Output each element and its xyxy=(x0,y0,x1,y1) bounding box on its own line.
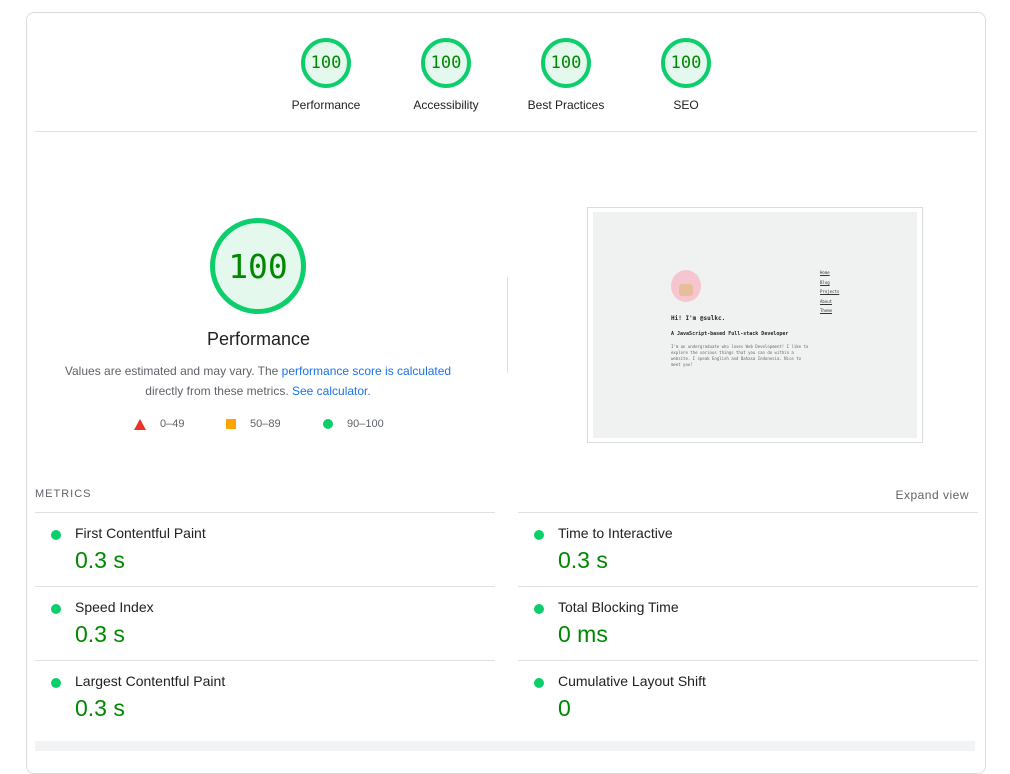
metric-cumulative-layout-shift: Cumulative Layout Shift 0 xyxy=(518,660,978,734)
metric-value: 0.3 s xyxy=(75,547,125,573)
screenshot-nav-projects: Projects xyxy=(820,289,840,294)
vertical-divider xyxy=(507,277,508,373)
gauge-label: Accessibility xyxy=(413,98,479,112)
metric-value: 0 xyxy=(558,695,571,721)
summary-gauges: 100 Performance 100 Accessibility 100 Be… xyxy=(27,13,985,133)
performance-description: Values are estimated and may vary. The p… xyxy=(57,361,459,401)
legend-fail: 0–49 xyxy=(134,418,184,430)
desc-text-2: directly from these metrics. xyxy=(145,384,289,398)
metric-title: Total Blocking Time xyxy=(558,599,679,615)
performance-title: Performance xyxy=(206,329,311,349)
lighthouse-report-card: 100 Performance 100 Accessibility 100 Be… xyxy=(26,12,986,774)
metric-title: Cumulative Layout Shift xyxy=(558,673,706,689)
pass-circle-icon xyxy=(534,604,544,614)
expand-view-toggle[interactable]: Expand view xyxy=(895,488,969,502)
legend-range: 90–100 xyxy=(347,418,384,430)
summary-divider xyxy=(35,131,977,132)
pass-circle-icon xyxy=(51,678,61,688)
avatar xyxy=(671,270,701,302)
pass-circle-icon xyxy=(51,604,61,614)
screenshot-nav-theme: Theme xyxy=(820,308,833,313)
gauge-score: 100 xyxy=(301,38,351,88)
gauge-label: SEO xyxy=(673,98,699,112)
square-icon xyxy=(226,419,236,429)
metric-value: 0.3 s xyxy=(558,547,608,573)
metric-value: 0 ms xyxy=(558,621,608,647)
gauge-label: Performance xyxy=(291,98,361,112)
desc-text-1: Values are estimated and may vary. The xyxy=(64,364,282,378)
legend-range: 50–89 xyxy=(250,418,281,430)
screenshot-page: Hi! I'm @sulkc. A JavaScript-based Full-… xyxy=(593,212,917,438)
screenshot-intro: I'm an undergraduate who loves Web Devel… xyxy=(671,344,809,367)
score-calculated-link[interactable]: performance score is calculated xyxy=(282,364,451,378)
metric-total-blocking-time: Total Blocking Time 0 ms xyxy=(518,586,978,660)
gauge-score: 100 xyxy=(541,38,591,88)
legend-average: 50–89 xyxy=(226,418,281,430)
metrics-header: METRICS xyxy=(35,488,92,500)
gauge-accessibility[interactable]: 100 Accessibility xyxy=(386,38,506,112)
gauge-label: Best Practices xyxy=(527,98,605,112)
gauge-score: 100 xyxy=(421,38,471,88)
gauge-performance[interactable]: 100 Performance xyxy=(266,38,386,112)
triangle-icon xyxy=(134,418,146,430)
metric-value: 0.3 s xyxy=(75,621,125,647)
pass-circle-icon xyxy=(51,530,61,540)
metric-title: Speed Index xyxy=(75,599,154,615)
pass-circle-icon xyxy=(534,678,544,688)
legend-pass: 90–100 xyxy=(323,418,384,430)
see-calculator-link[interactable]: See calculator. xyxy=(292,384,371,398)
circle-icon xyxy=(323,419,333,429)
screenshot-nav-home: Home xyxy=(820,270,830,275)
metric-value: 0.3 s xyxy=(75,695,125,721)
pass-circle-icon xyxy=(534,530,544,540)
metric-title: Largest Contentful Paint xyxy=(75,673,226,689)
metric-title: Time to Interactive xyxy=(558,525,673,541)
gauge-score: 100 xyxy=(661,38,711,88)
performance-score-gauge: 100 xyxy=(210,218,306,314)
final-screenshot[interactable]: Hi! I'm @sulkc. A JavaScript-based Full-… xyxy=(587,207,923,443)
metric-largest-contentful-paint: Largest Contentful Paint 0.3 s xyxy=(35,660,495,734)
next-section-bar xyxy=(35,741,975,751)
metric-time-to-interactive: Time to Interactive 0.3 s xyxy=(518,512,978,586)
screenshot-nav-about: About xyxy=(820,299,833,304)
legend-range: 0–49 xyxy=(160,418,185,430)
metric-title: First Contentful Paint xyxy=(75,525,206,541)
screenshot-subtitle: A JavaScript-based Full-stack Developer xyxy=(671,331,789,337)
gauge-best-practices[interactable]: 100 Best Practices xyxy=(506,38,626,112)
metric-first-contentful-paint: First Contentful Paint 0.3 s xyxy=(35,512,495,586)
screenshot-nav-blog: Blog xyxy=(820,280,830,285)
gauge-seo[interactable]: 100 SEO xyxy=(626,38,746,112)
screenshot-greeting: Hi! I'm @sulkc. xyxy=(671,315,726,322)
metric-speed-index: Speed Index 0.3 s xyxy=(35,586,495,660)
